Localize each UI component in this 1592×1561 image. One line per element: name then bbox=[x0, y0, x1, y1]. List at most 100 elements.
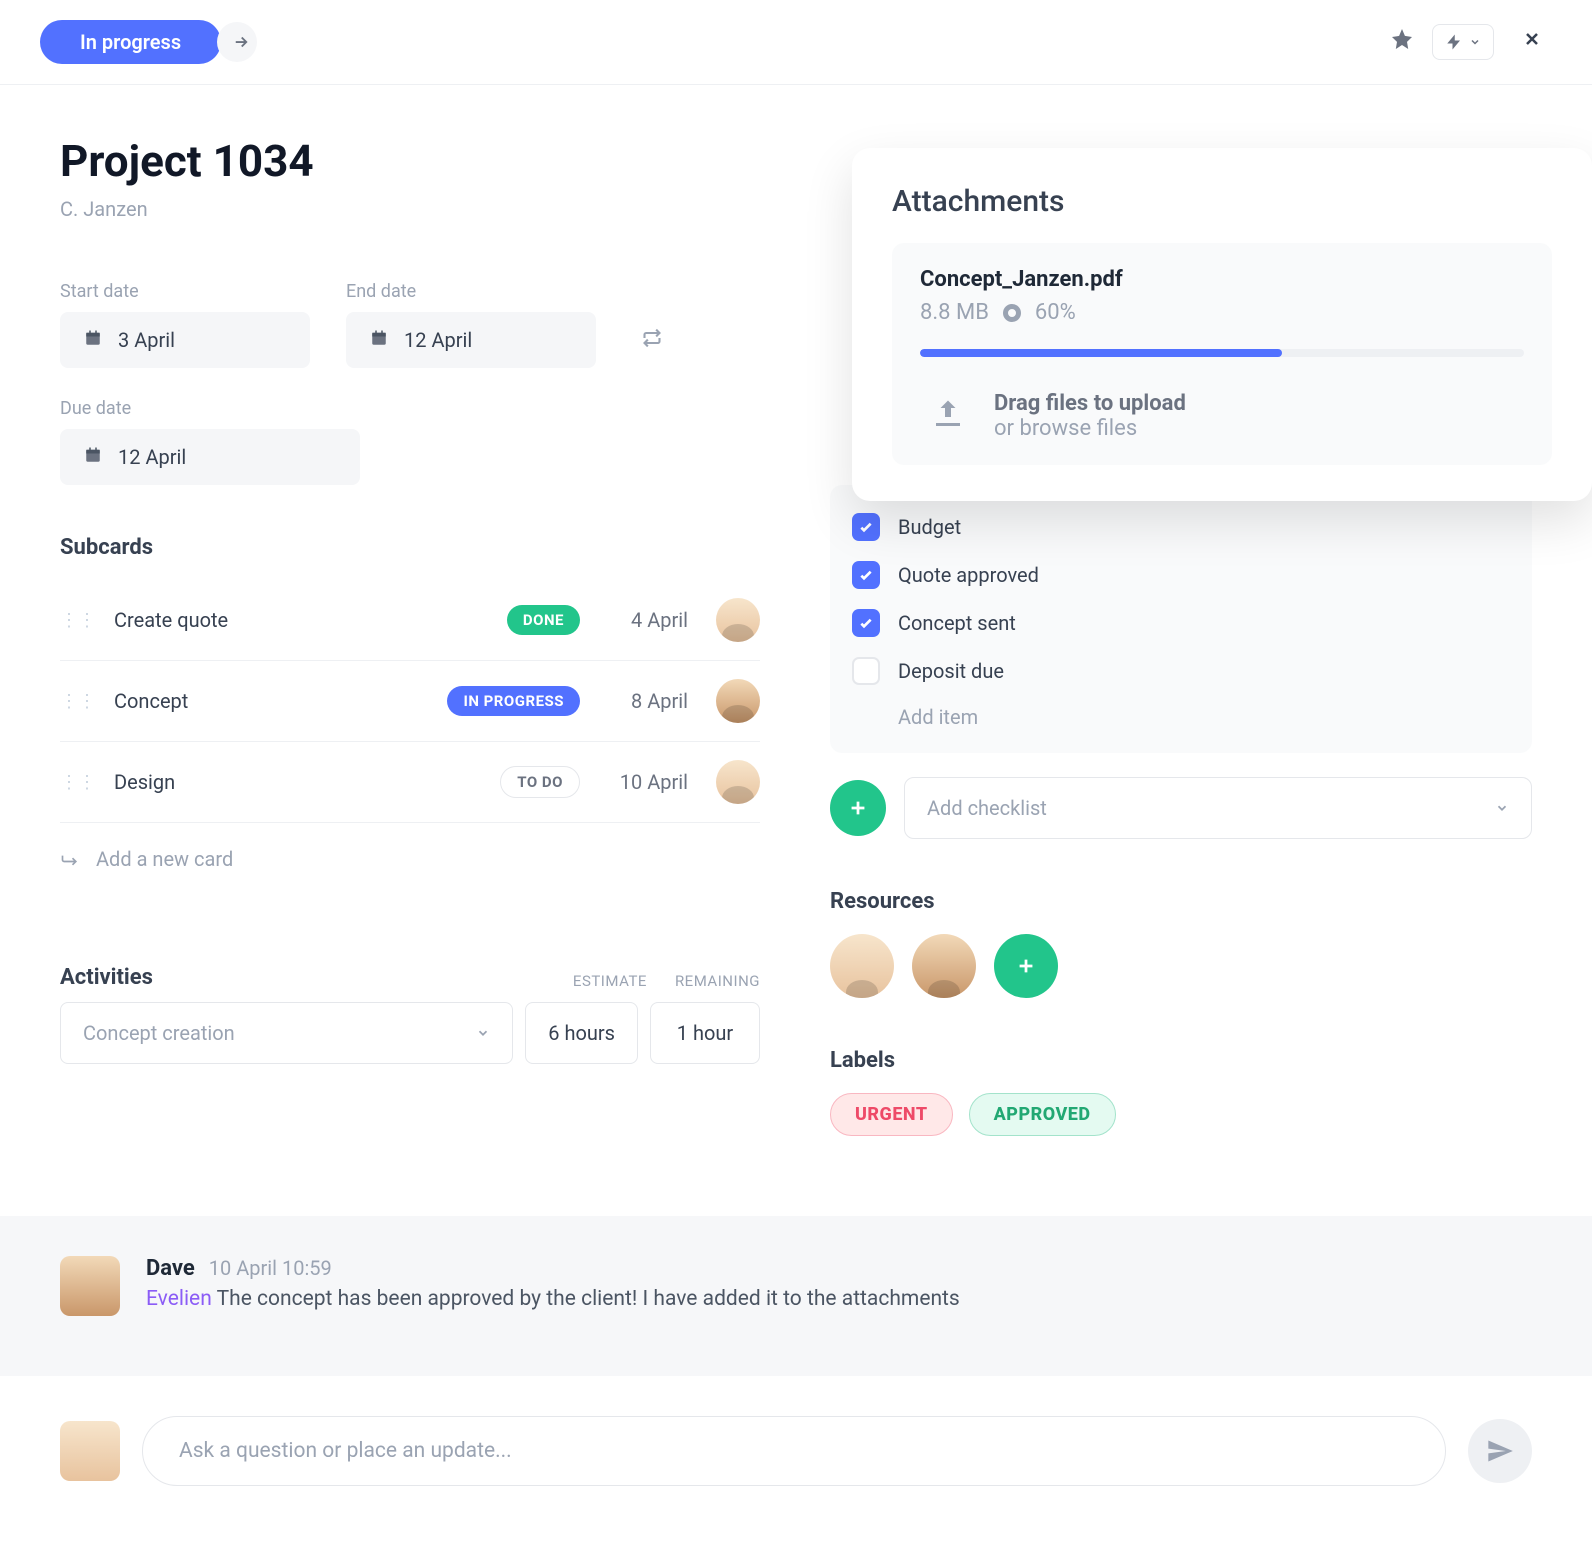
send-icon bbox=[1486, 1437, 1514, 1465]
close-icon bbox=[1522, 29, 1542, 49]
checklist-item[interactable]: Quote approved bbox=[852, 551, 1510, 599]
col-remaining: REMAINING bbox=[675, 972, 760, 990]
topbar-right bbox=[1390, 24, 1552, 60]
checklist-label: Concept sent bbox=[898, 611, 1016, 635]
plus-icon bbox=[847, 797, 869, 819]
subcard-avatar[interactable] bbox=[716, 760, 760, 804]
attachments-heading: Attachments bbox=[892, 184, 1552, 219]
compose-row: Ask a question or place an update... bbox=[0, 1376, 1592, 1526]
upload-progress-bar bbox=[920, 349, 1524, 357]
add-checklist-button[interactable] bbox=[830, 780, 886, 836]
topbar-left: In progress bbox=[40, 20, 257, 64]
activity-estimate[interactable]: 6 hours bbox=[525, 1002, 638, 1064]
disc-icon bbox=[1003, 304, 1021, 322]
status-pill[interactable]: In progress bbox=[40, 20, 221, 64]
activities-heading: Activities bbox=[60, 965, 153, 990]
dropzone[interactable]: Drag files to upload or browse files bbox=[920, 381, 1524, 441]
subcard-status-badge: TO DO bbox=[500, 766, 580, 798]
add-checklist-input[interactable]: Add checklist bbox=[904, 777, 1532, 839]
subcard-row[interactable]: ⋮⋮ Design TO DO 10 April bbox=[60, 742, 760, 823]
comment: Dave 10 April 10:59 Evelien The concept … bbox=[60, 1256, 1532, 1316]
compose-input[interactable]: Ask a question or place an update... bbox=[142, 1416, 1446, 1486]
due-date-value: 12 April bbox=[118, 445, 186, 469]
chevron-down-icon bbox=[1495, 801, 1509, 815]
project-title: Project 1034 bbox=[60, 135, 760, 187]
subcard-row[interactable]: ⋮⋮ Create quote DONE 4 April bbox=[60, 580, 760, 661]
checkbox[interactable] bbox=[852, 657, 880, 685]
calendar-icon bbox=[370, 329, 388, 351]
checklist-item[interactable]: Deposit due bbox=[852, 647, 1510, 695]
subcard-avatar[interactable] bbox=[716, 598, 760, 642]
add-subcard-label: Add a new card bbox=[96, 847, 233, 871]
upload-card: Concept_Janzen.pdf 8.8 MB 60% Drag files… bbox=[892, 243, 1552, 465]
subcard-date: 8 April bbox=[608, 689, 688, 713]
activity-select[interactable]: Concept creation bbox=[60, 1002, 513, 1064]
recurrence-icon bbox=[642, 328, 662, 348]
subcard-row[interactable]: ⋮⋮ Concept IN PROGRESS 8 April bbox=[60, 661, 760, 742]
checklist-label: Quote approved bbox=[898, 563, 1039, 587]
attachment-filename: Concept_Janzen.pdf bbox=[920, 267, 1524, 292]
calendar-icon bbox=[84, 446, 102, 468]
chevron-down-icon bbox=[1469, 36, 1481, 48]
checklist: Budget Quote approved Concept sent Depos… bbox=[830, 485, 1532, 753]
recurrence-button[interactable] bbox=[642, 328, 662, 352]
add-subcard-button[interactable]: Add a new card bbox=[60, 823, 760, 895]
end-date-value: 12 April bbox=[404, 328, 472, 352]
checkbox[interactable] bbox=[852, 609, 880, 637]
resource-avatar[interactable] bbox=[830, 934, 894, 998]
dropzone-text: Drag files to upload or browse files bbox=[994, 391, 1186, 441]
subcards-heading: Subcards bbox=[60, 535, 760, 560]
due-date-label: Due date bbox=[60, 398, 360, 419]
start-date-input[interactable]: 3 April bbox=[60, 312, 310, 368]
subcard-date: 4 April bbox=[608, 608, 688, 632]
activity-remaining[interactable]: 1 hour bbox=[650, 1002, 760, 1064]
comment-avatar bbox=[60, 1256, 120, 1316]
activities-columns: ESTIMATE REMAINING bbox=[573, 972, 760, 990]
end-date-input[interactable]: 12 April bbox=[346, 312, 596, 368]
checkbox[interactable] bbox=[852, 561, 880, 589]
upload-progress-fill bbox=[920, 349, 1282, 357]
comment-time: 10 April 10:59 bbox=[209, 1256, 332, 1280]
status-next-button[interactable] bbox=[217, 22, 257, 62]
dropzone-line1: Drag files to upload bbox=[994, 391, 1186, 416]
col-estimate: ESTIMATE bbox=[573, 972, 647, 990]
dropzone-line2: or browse files bbox=[994, 416, 1186, 441]
comment-text: Evelien The concept has been approved by… bbox=[146, 1287, 960, 1311]
resource-avatar[interactable] bbox=[912, 934, 976, 998]
close-button[interactable] bbox=[1512, 29, 1552, 55]
subcard-name: Create quote bbox=[114, 608, 228, 632]
plus-icon bbox=[1015, 955, 1037, 977]
due-date-input[interactable]: 12 April bbox=[60, 429, 360, 485]
checklist-label: Deposit due bbox=[898, 659, 1004, 683]
subcard-avatar[interactable] bbox=[716, 679, 760, 723]
attachments-panel: Attachments Concept_Janzen.pdf 8.8 MB 60… bbox=[852, 148, 1592, 501]
calendar-icon bbox=[84, 329, 102, 351]
send-button[interactable] bbox=[1468, 1419, 1532, 1483]
drag-handle-icon[interactable]: ⋮⋮ bbox=[60, 691, 96, 712]
subcard-status-badge: IN PROGRESS bbox=[447, 686, 580, 716]
end-date-label: End date bbox=[346, 281, 596, 302]
arrow-right-icon bbox=[232, 33, 250, 51]
drag-handle-icon[interactable]: ⋮⋮ bbox=[60, 772, 96, 793]
attachment-filesize: 8.8 MB bbox=[920, 300, 989, 325]
labels-heading: Labels bbox=[830, 1048, 1532, 1073]
checklist-item[interactable]: Concept sent bbox=[852, 599, 1510, 647]
automation-button[interactable] bbox=[1432, 24, 1494, 60]
comment-author: Dave bbox=[146, 1256, 195, 1281]
add-checklist-item[interactable]: Add item bbox=[852, 695, 1510, 735]
start-date-label: Start date bbox=[60, 281, 310, 302]
checkbox[interactable] bbox=[852, 513, 880, 541]
enter-icon bbox=[60, 849, 80, 869]
checklist-item[interactable]: Budget bbox=[852, 503, 1510, 551]
star-icon[interactable] bbox=[1390, 27, 1414, 57]
drag-handle-icon[interactable]: ⋮⋮ bbox=[60, 610, 96, 631]
activity-name: Concept creation bbox=[83, 1021, 235, 1045]
add-resource-button[interactable] bbox=[994, 934, 1058, 998]
label-pill[interactable]: URGENT bbox=[830, 1093, 953, 1136]
label-pill[interactable]: APPROVED bbox=[969, 1093, 1116, 1136]
mention[interactable]: Evelien bbox=[146, 1287, 212, 1311]
subcard-name: Design bbox=[114, 770, 175, 794]
chevron-down-icon bbox=[476, 1026, 490, 1040]
checklist-label: Budget bbox=[898, 515, 961, 539]
resources-row bbox=[830, 934, 1532, 998]
